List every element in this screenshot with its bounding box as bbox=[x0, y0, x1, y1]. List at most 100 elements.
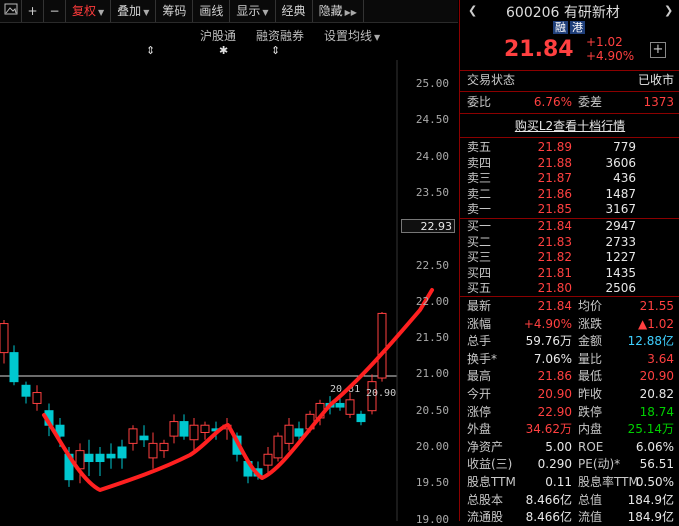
stat-value: +4.90% bbox=[523, 316, 572, 331]
stat-value: 12.88亿 bbox=[627, 334, 674, 349]
change-block: +1.02 +4.90% bbox=[586, 35, 634, 63]
candle-body bbox=[106, 453, 116, 459]
stat-row: 今开 20.90 昨收 20.82 bbox=[460, 386, 679, 403]
stat-label: 总股本 bbox=[467, 492, 504, 507]
candle-body bbox=[356, 413, 366, 423]
price-tick-label: 20.00 bbox=[415, 440, 449, 453]
candle-body bbox=[273, 435, 283, 459]
last-price: 21.84 bbox=[504, 37, 574, 62]
bid-row: 买五 21.80 2506 bbox=[460, 280, 679, 296]
candle-body bbox=[294, 428, 304, 437]
candle-body bbox=[169, 421, 179, 437]
change-value: +1.02 bbox=[586, 35, 623, 49]
bid-label: 买二 bbox=[467, 234, 492, 249]
stat-label: 均价 bbox=[578, 299, 603, 313]
candle-body bbox=[21, 384, 31, 397]
candle-body bbox=[179, 421, 189, 437]
candle-body bbox=[95, 453, 105, 463]
bid-label: 买四 bbox=[467, 265, 492, 280]
stat-value: 21.86 bbox=[537, 369, 572, 384]
candle-body bbox=[284, 424, 294, 444]
candle-body bbox=[84, 453, 94, 463]
stat-label: 股息率TTM bbox=[578, 475, 639, 489]
add-watchlist-button[interactable]: + bbox=[650, 42, 666, 58]
price-axis: 25.0024.5024.0023.5023.0022.5022.0021.50… bbox=[397, 60, 457, 526]
stat-value: 3.64 bbox=[647, 351, 674, 366]
stat-value: 8.466亿 bbox=[525, 510, 572, 525]
price-tick-label: 22.00 bbox=[415, 294, 449, 308]
ask-row: 卖二 21.86 1487 bbox=[460, 186, 679, 202]
stat-label: 外盘 bbox=[467, 422, 492, 437]
stat-row: 收益(三) 0.290 PE(动)* 56.51 bbox=[460, 456, 679, 473]
stat-label: 股息TTM bbox=[467, 475, 516, 489]
stat-row: 流通股 8.466亿 流值 184.9亿 bbox=[460, 509, 679, 526]
stat-value: 0.11 bbox=[545, 475, 572, 489]
weicha-value: 1373 bbox=[643, 95, 674, 109]
stat-value: ▲1.02 bbox=[638, 316, 674, 331]
ask-volume: 436 bbox=[613, 171, 636, 186]
stat-label: 总手 bbox=[467, 334, 492, 349]
ask-volume: 1487 bbox=[605, 186, 636, 201]
bid-label: 买一 bbox=[467, 219, 492, 233]
ask-price: 21.85 bbox=[537, 202, 572, 217]
stat-value: 184.9亿 bbox=[627, 510, 674, 525]
bid-label: 买五 bbox=[467, 281, 492, 296]
price-tick-label: 25.00 bbox=[415, 77, 449, 90]
quote-panel: ❮ 600206 有研新材 ❯ 融 港 21.84 +1.02 +4.90% +… bbox=[459, 0, 679, 524]
stat-value: 18.74 bbox=[639, 404, 674, 419]
stat-row: 总股本 8.466亿 总值 184.9亿 bbox=[460, 492, 679, 509]
stat-value: 7.06% bbox=[533, 351, 572, 366]
candle-body bbox=[377, 312, 387, 379]
price-tick-label: 22.50 bbox=[415, 258, 449, 272]
bid-price: 21.81 bbox=[537, 265, 572, 280]
candle-body bbox=[335, 402, 345, 408]
stat-label: 最高 bbox=[467, 369, 492, 384]
stat-value: 20.82 bbox=[639, 387, 674, 401]
ask-row: 卖一 21.85 3167 bbox=[460, 201, 679, 217]
stat-value: 20.90 bbox=[537, 387, 572, 401]
ask-price: 21.89 bbox=[537, 140, 572, 154]
stat-value: 5.00 bbox=[545, 439, 572, 454]
bid-price: 21.82 bbox=[537, 250, 572, 265]
stat-label: 最低 bbox=[578, 369, 603, 384]
margin-badge: 融 bbox=[553, 21, 568, 34]
stat-value: 56.51 bbox=[639, 457, 674, 472]
stat-value: 0.290 bbox=[537, 457, 572, 472]
stat-row: 涨停 22.90 跌停 18.74 bbox=[460, 404, 679, 421]
stat-label: 流通股 bbox=[467, 510, 504, 525]
price-tick-label: 19.50 bbox=[415, 476, 449, 490]
bid-volume: 2947 bbox=[605, 219, 636, 233]
stat-label: 金额 bbox=[578, 334, 603, 349]
stat-value: 21.84 bbox=[537, 299, 572, 313]
price-tick-label: 23.50 bbox=[415, 185, 449, 199]
kline-chart[interactable]: 20.81 20.90 bbox=[0, 0, 458, 521]
stat-label: 最新 bbox=[467, 299, 492, 313]
price-tick-label: 19.00 bbox=[415, 512, 449, 526]
quote-header: ❮ 600206 有研新材 ❯ 融 港 21.84 +1.02 +4.90% + bbox=[460, 0, 679, 71]
weibi-value: 6.76% bbox=[533, 95, 572, 109]
stat-value: 8.466亿 bbox=[525, 492, 572, 507]
level2-link[interactable]: 购买L2查看十档行情 bbox=[460, 117, 679, 134]
ask-price: 21.88 bbox=[537, 155, 572, 170]
crosshair-price-box: 22.93 bbox=[401, 219, 455, 233]
stat-label: 内盘 bbox=[578, 422, 603, 437]
ask-label: 卖五 bbox=[467, 140, 492, 154]
prev-stock-icon[interactable]: ❮ bbox=[468, 4, 477, 17]
stat-label: 昨收 bbox=[578, 387, 603, 401]
stat-value: 21.55 bbox=[639, 299, 674, 313]
bid-volume: 2733 bbox=[605, 234, 636, 249]
trade-status-row: 交易状态 已收市 bbox=[460, 71, 679, 90]
stat-value: 59.76万 bbox=[525, 334, 572, 349]
price-tick-label: 20.50 bbox=[415, 403, 449, 417]
ask-label: 卖三 bbox=[467, 171, 492, 186]
stat-value: 34.62万 bbox=[525, 422, 572, 437]
stat-label: 收益(三) bbox=[467, 457, 513, 472]
bid-row: 买二 21.83 2733 bbox=[460, 234, 679, 250]
stat-value: 0.50% bbox=[635, 475, 674, 489]
candle-body bbox=[32, 392, 42, 404]
bid-row: 买三 21.82 1227 bbox=[460, 249, 679, 265]
stat-label: 总值 bbox=[578, 492, 603, 507]
price-tick-label: 21.00 bbox=[415, 367, 449, 381]
weibi-row: 委比 6.76% 委差 1373 bbox=[460, 93, 679, 112]
next-stock-icon[interactable]: ❯ bbox=[664, 4, 673, 17]
